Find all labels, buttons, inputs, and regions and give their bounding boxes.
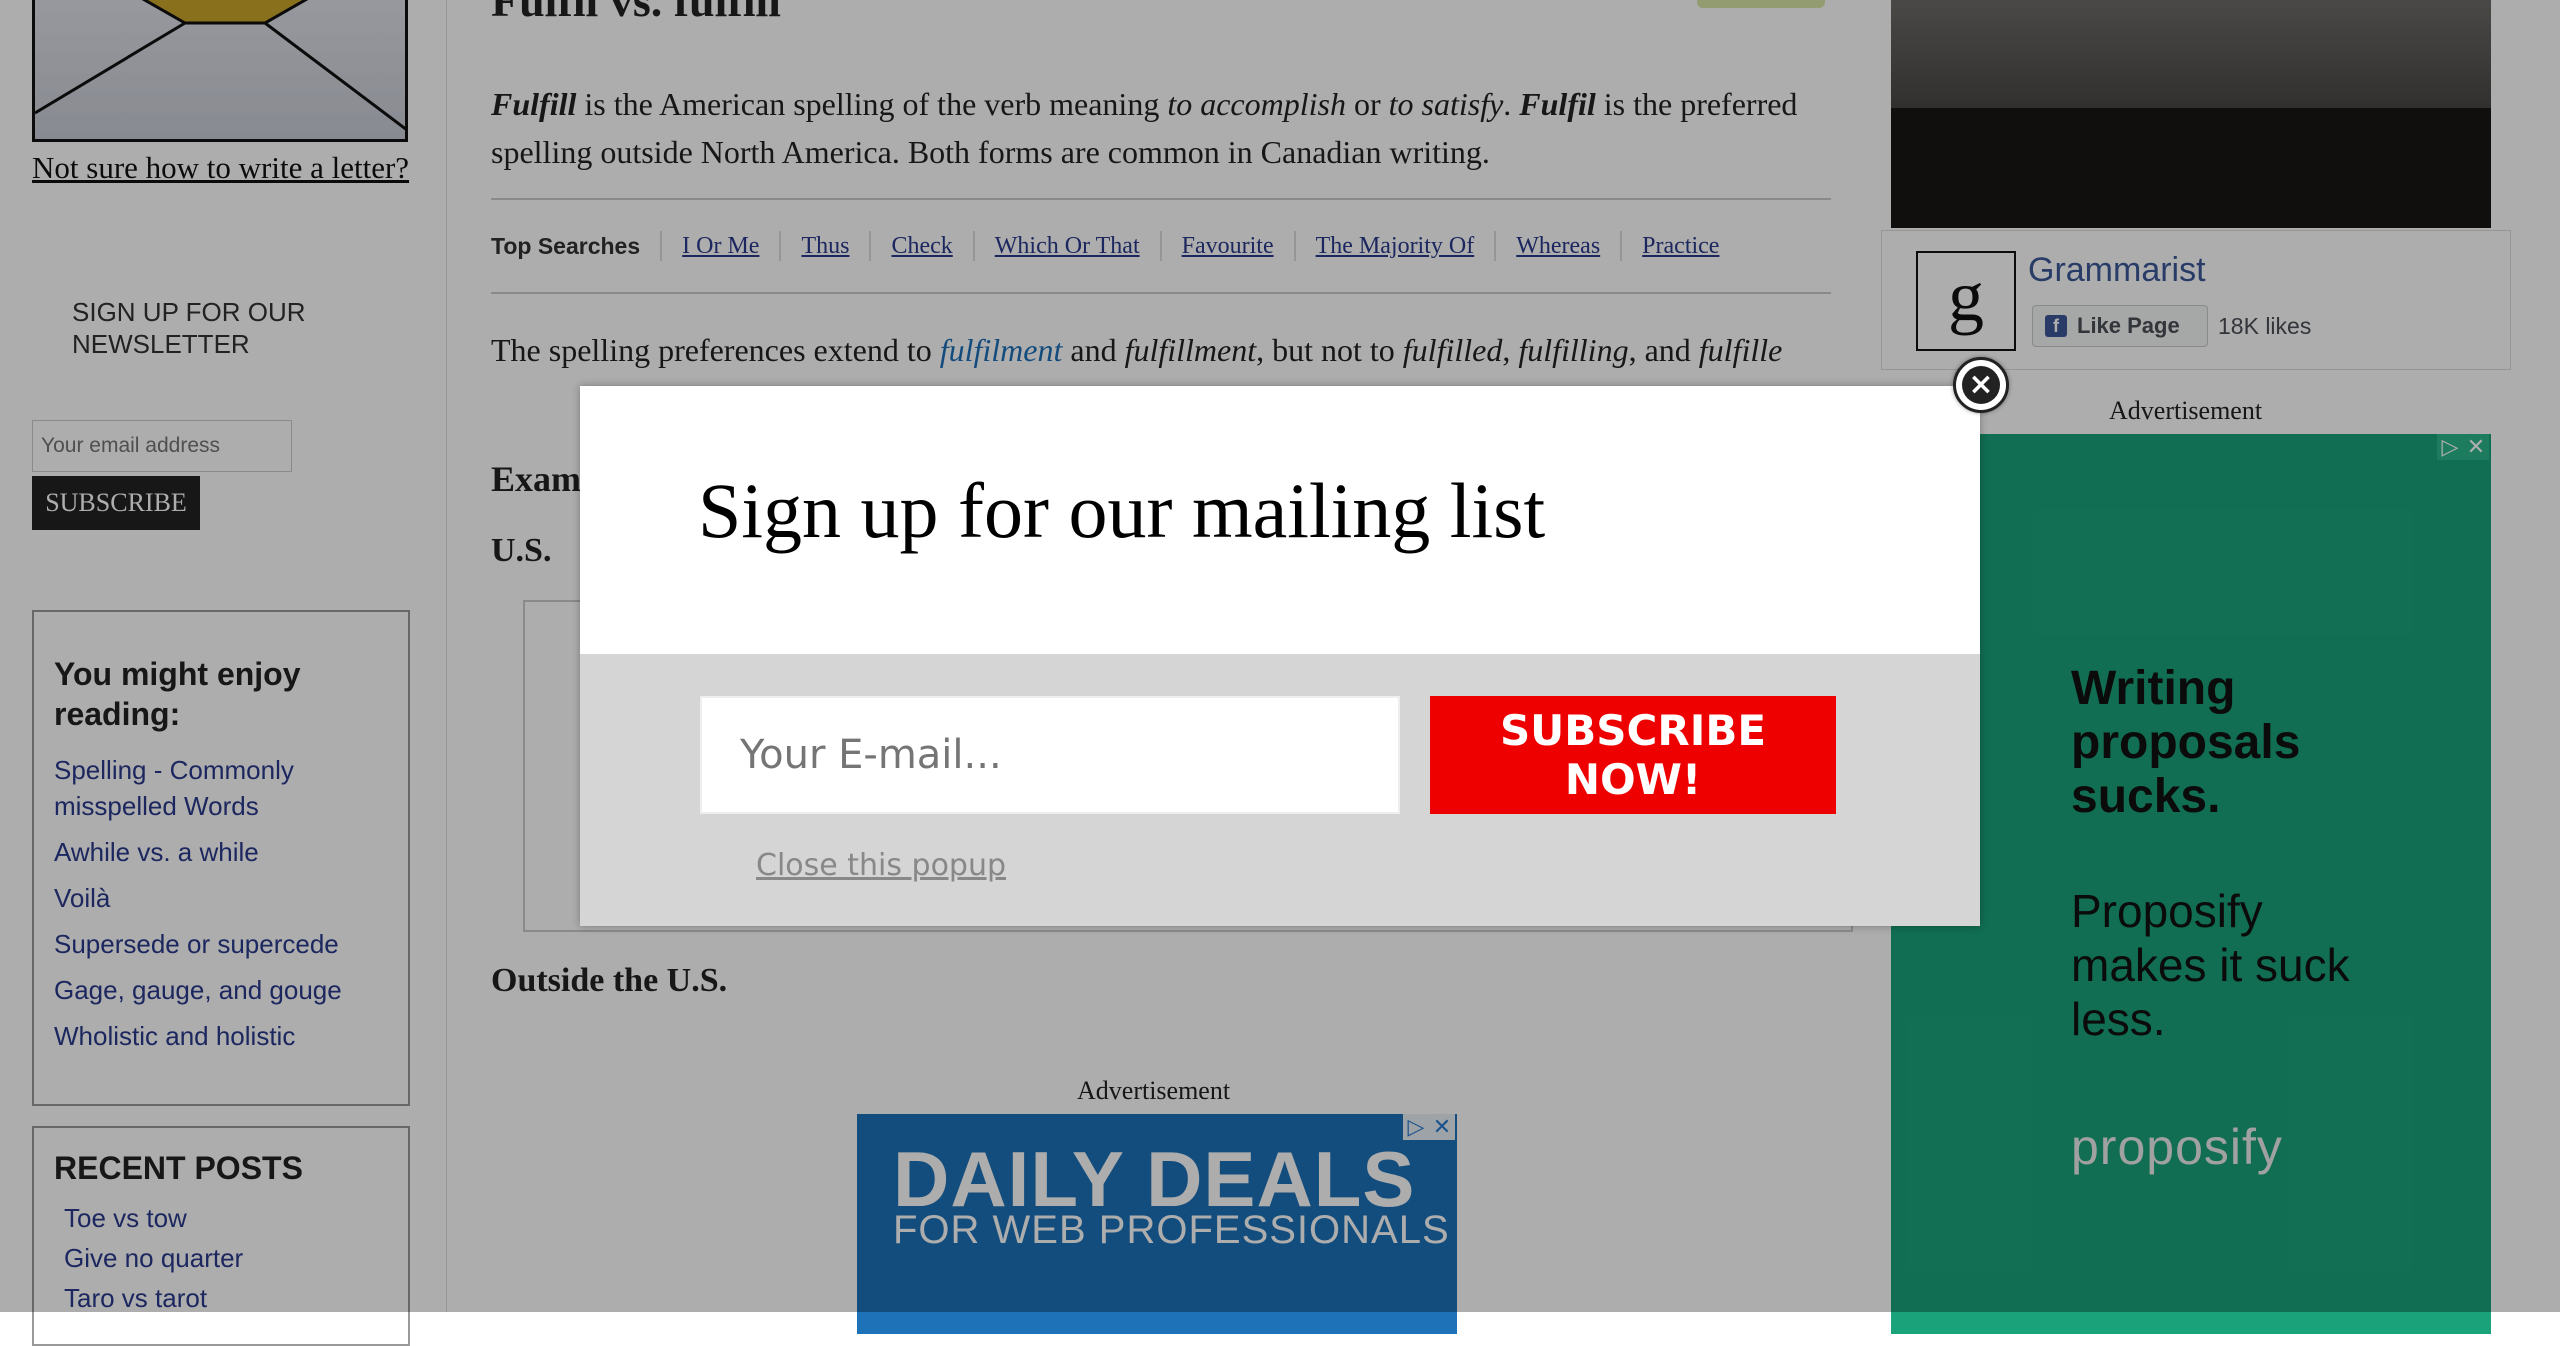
- popup-subscribe-button[interactable]: SUBSCRIBE NOW!: [1430, 696, 1836, 814]
- close-icon: ×: [1962, 366, 2000, 404]
- popup-close-button[interactable]: ×: [1953, 357, 2009, 413]
- popup-form: SUBSCRIBE NOW! Close this popup: [580, 654, 1980, 926]
- mailing-list-popup: Sign up for our mailing list SUBSCRIBE N…: [580, 386, 1980, 926]
- popup-title: Sign up for our mailing list: [698, 467, 1546, 554]
- popup-email-input[interactable]: [700, 696, 1400, 814]
- popup-header: Sign up for our mailing list: [580, 386, 1980, 654]
- close-popup-link[interactable]: Close this popup: [756, 848, 1006, 883]
